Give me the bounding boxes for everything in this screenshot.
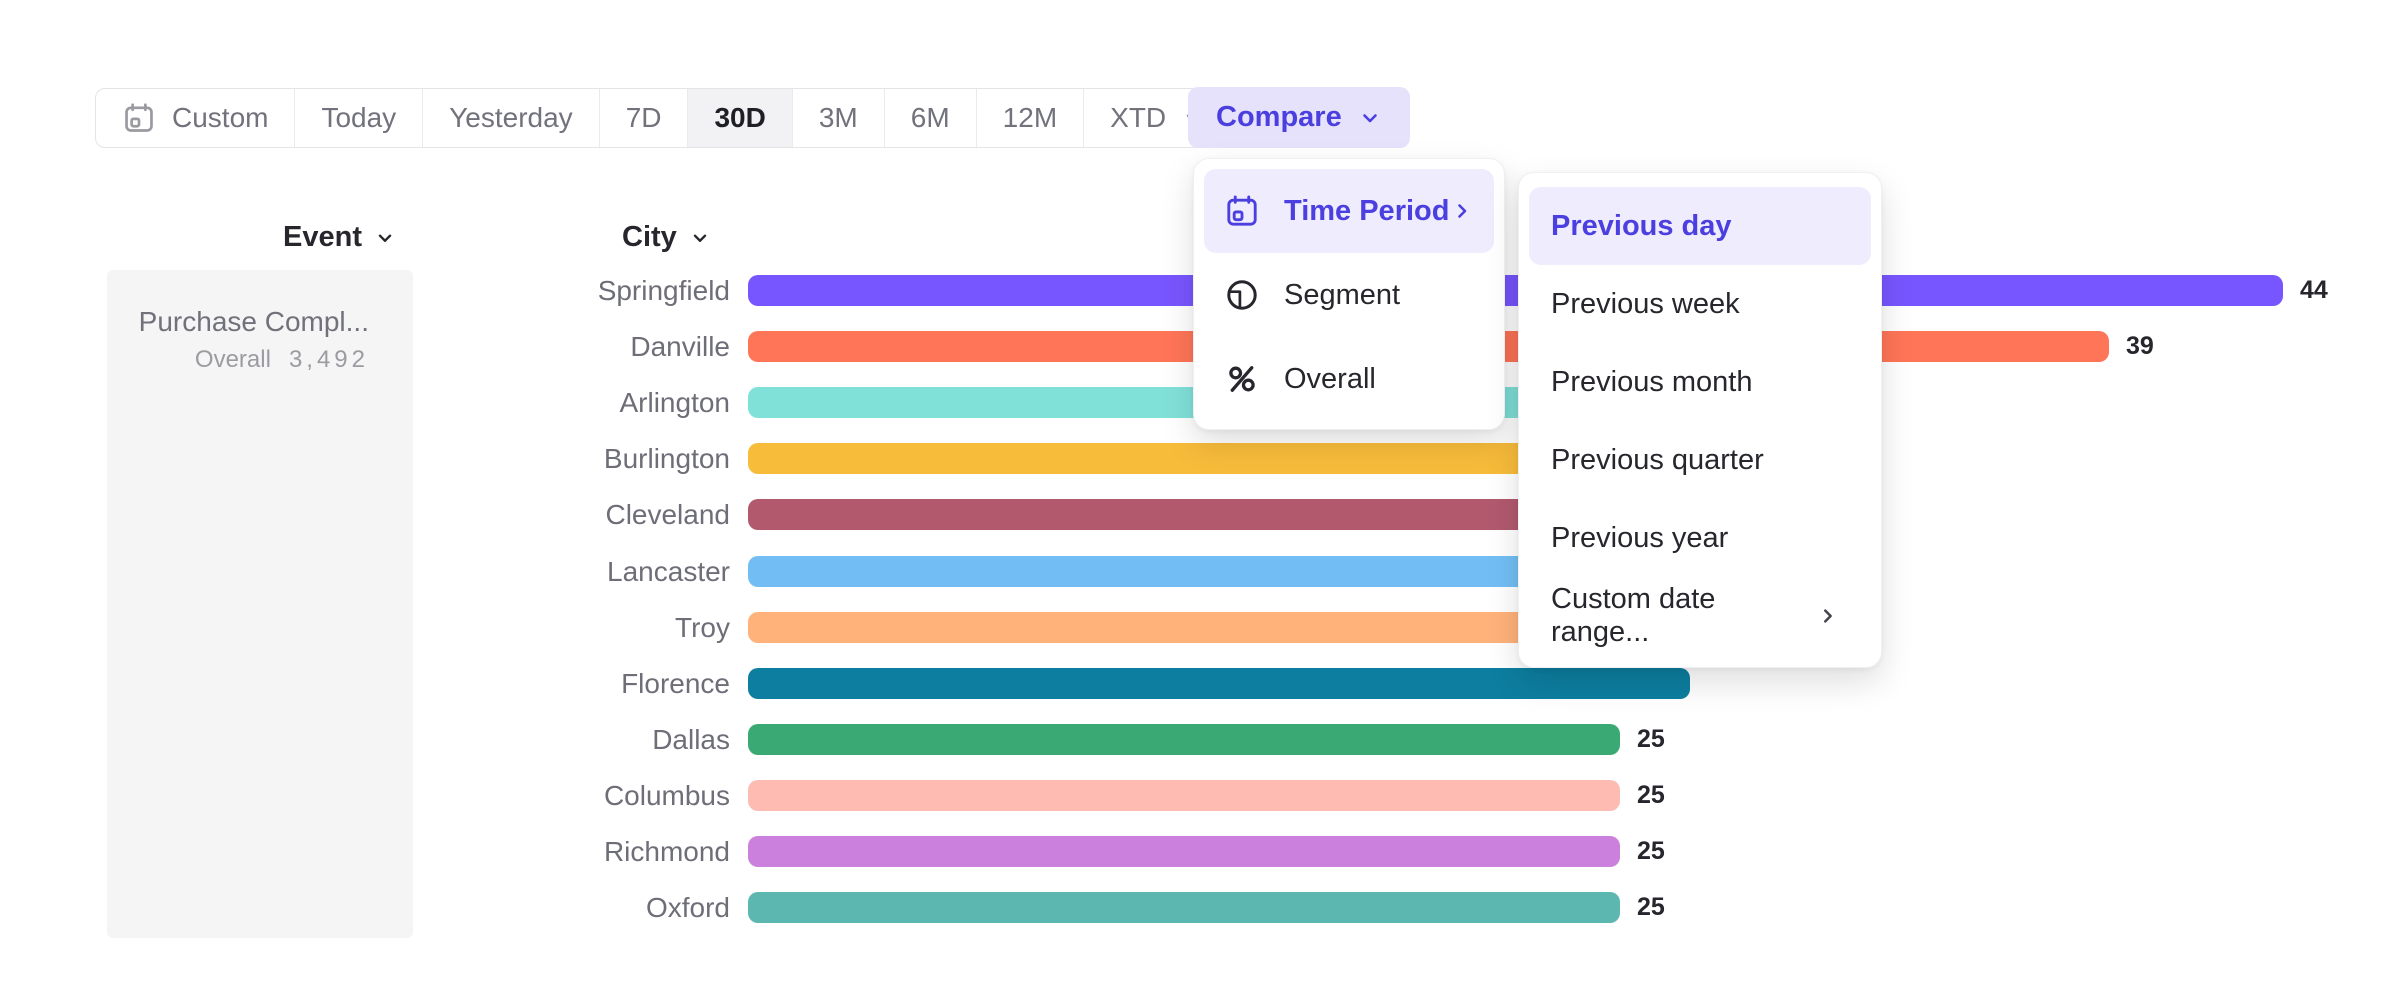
submenu-item-previous-quarter[interactable]: Previous quarter — [1529, 421, 1871, 499]
date-range-label: 12M — [1003, 102, 1057, 134]
bar[interactable] — [748, 836, 1620, 867]
submenu-item-label: Previous quarter — [1551, 444, 1764, 477]
bar-category-label: Oxford — [430, 891, 730, 925]
event-list-item[interactable]: Purchase Compl... Overall 3,492 — [139, 306, 369, 374]
date-range-toolbar: Custom Today Yesterday 7D 30D 3M 6M 12M … — [95, 88, 1231, 148]
bar-value-label: 25 — [1637, 724, 1665, 755]
bar-value-label: 25 — [1637, 836, 1665, 867]
chevron-down-icon — [1358, 106, 1382, 130]
menu-item-label: Segment — [1284, 279, 1400, 312]
event-metric-row: Overall 3,492 — [139, 346, 369, 374]
event-metric-label: Overall — [195, 346, 271, 373]
bar-value-label: 25 — [1637, 892, 1665, 923]
chevron-down-icon — [689, 227, 711, 249]
menu-item-label: Time Period — [1284, 195, 1449, 228]
insights-report-canvas: Custom Today Yesterday 7D 30D 3M 6M 12M … — [0, 0, 2394, 1004]
menu-item-label: Overall — [1284, 363, 1376, 396]
bar[interactable] — [748, 780, 1620, 811]
date-range-label: 30D — [714, 102, 765, 134]
submenu-item-label: Previous week — [1551, 288, 1740, 321]
bar-category-label: Danville — [430, 330, 730, 364]
menu-item-overall[interactable]: Overall — [1204, 337, 1494, 421]
bar[interactable] — [748, 275, 2283, 306]
chevron-right-icon — [1450, 199, 1474, 223]
compare-button-label: Compare — [1216, 101, 1342, 134]
city-column-header[interactable]: City — [622, 221, 711, 254]
submenu-item-label: Previous month — [1551, 366, 1753, 399]
date-range-3m-button[interactable]: 3M — [792, 89, 884, 147]
date-range-label: 7D — [626, 102, 662, 134]
event-name: Purchase Compl... — [139, 306, 369, 338]
bar-value-label: 39 — [2126, 331, 2154, 362]
bar-category-label: Richmond — [430, 835, 730, 869]
submenu-item-previous-day[interactable]: Previous day — [1529, 187, 1871, 265]
event-list-panel: Purchase Compl... Overall 3,492 — [107, 270, 413, 938]
date-range-label: XTD — [1110, 102, 1166, 134]
bar-category-label: Cleveland — [430, 498, 730, 532]
time-period-submenu: Previous day Previous week Previous mont… — [1518, 172, 1882, 668]
compare-dropdown-menu: Time Period Segment Overall — [1193, 158, 1505, 430]
date-range-yesterday-button[interactable]: Yesterday — [422, 89, 599, 147]
percent-icon — [1224, 361, 1260, 397]
bar[interactable] — [748, 724, 1620, 755]
date-range-custom-button[interactable]: Custom — [96, 89, 294, 147]
chevron-down-icon — [374, 227, 396, 249]
date-range-today-button[interactable]: Today — [294, 89, 422, 147]
submenu-item-label: Previous day — [1551, 210, 1732, 243]
date-range-12m-button[interactable]: 12M — [976, 89, 1083, 147]
chevron-right-icon — [1816, 604, 1839, 628]
bar-category-label: Florence — [430, 667, 730, 701]
compare-button[interactable]: Compare — [1188, 87, 1410, 148]
menu-item-time-period[interactable]: Time Period — [1204, 169, 1494, 253]
bar-category-label: Columbus — [430, 779, 730, 813]
bar-value-label: 25 — [1637, 780, 1665, 811]
calendar-icon — [1224, 193, 1260, 229]
date-range-30d-button-active[interactable]: 30D — [687, 89, 791, 147]
date-range-label: 3M — [819, 102, 858, 134]
bar-category-label: Arlington — [430, 386, 730, 420]
bar-category-label: Burlington — [430, 442, 730, 476]
date-range-label: Today — [321, 102, 396, 134]
bar-category-label: Troy — [430, 611, 730, 645]
bar-category-label: Springfield — [430, 274, 730, 308]
event-metric-value: 3,492 — [289, 346, 369, 373]
submenu-item-label: Previous year — [1551, 522, 1728, 555]
event-header-label: Event — [283, 221, 362, 254]
bar[interactable] — [748, 892, 1620, 923]
submenu-item-custom-date-range[interactable]: Custom date range... — [1529, 577, 1871, 655]
submenu-item-previous-week[interactable]: Previous week — [1529, 265, 1871, 343]
date-range-7d-button[interactable]: 7D — [599, 89, 688, 147]
city-header-label: City — [622, 221, 677, 254]
calendar-icon — [122, 101, 156, 135]
event-column-header[interactable]: Event — [283, 221, 396, 254]
bar-value-label: 44 — [2300, 275, 2328, 306]
segment-icon — [1224, 277, 1260, 313]
submenu-item-previous-year[interactable]: Previous year — [1529, 499, 1871, 577]
submenu-item-label: Custom date range... — [1551, 583, 1816, 649]
bar-category-label: Dallas — [430, 723, 730, 757]
date-range-label: 6M — [911, 102, 950, 134]
date-range-label: Yesterday — [449, 102, 573, 134]
bar[interactable] — [748, 668, 1690, 699]
date-range-6m-button[interactable]: 6M — [884, 89, 976, 147]
submenu-item-previous-month[interactable]: Previous month — [1529, 343, 1871, 421]
bar-category-label: Lancaster — [430, 555, 730, 589]
menu-item-segment[interactable]: Segment — [1204, 253, 1494, 337]
date-range-label: Custom — [172, 102, 268, 134]
